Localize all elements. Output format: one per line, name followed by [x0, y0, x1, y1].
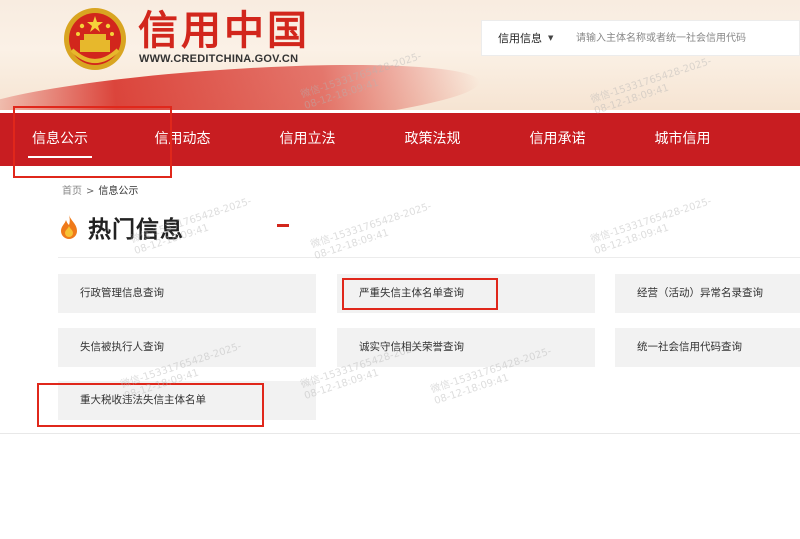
link-card-label: 重大税收违法失信主体名单 [80, 394, 206, 406]
nav-item-label: 信用立法 [279, 131, 336, 147]
breadcrumb-current: 信息公示 [98, 186, 139, 197]
divider [58, 257, 800, 258]
nav-item-credit-legislation[interactable]: 信用立法 [245, 113, 370, 166]
nav-item-info-disclosure[interactable]: 信息公示 [0, 113, 120, 166]
main-nav: 信息公示 信用动态 信用立法 政策法规 信用承诺 城市信用 [0, 113, 800, 166]
flame-icon [61, 215, 77, 239]
link-card-label: 诚实守信相关荣誉查询 [359, 341, 464, 353]
nav-item-credit-commitment[interactable]: 信用承诺 [495, 113, 620, 166]
site-title[interactable]: 信用中国 [138, 8, 310, 54]
chevron-down-icon: ▼ [548, 34, 554, 42]
link-card-serious-dishonesty-list[interactable]: 严重失信主体名单查询 [337, 274, 595, 313]
content-bottom-divider [0, 433, 800, 434]
breadcrumb: 首页 > 信息公示 [62, 182, 138, 197]
link-card-label: 统一社会信用代码查询 [637, 341, 742, 353]
link-card-label: 失信被执行人查询 [80, 341, 164, 353]
nav-item-policy-regulations[interactable]: 政策法规 [370, 113, 495, 166]
search-bar: 信用信息 ▼ [481, 20, 800, 56]
search-category-label: 信用信息 [498, 32, 542, 45]
nav-item-label: 信息公示 [32, 131, 88, 147]
section-title: 热门信息 [88, 217, 184, 243]
link-card-label: 行政管理信息查询 [80, 287, 164, 299]
national-emblem-icon [64, 8, 126, 70]
link-card-label: 严重失信主体名单查询 [359, 287, 464, 299]
watermark-text: 微信-15331765428-2025- 08-12-18:09:41 [309, 201, 433, 262]
link-card-major-tax-violation-list[interactable]: 重大税收违法失信主体名单 [58, 381, 316, 420]
watermark-text: 微信-15331765428-2025- 08-12-18:09:41 [589, 196, 713, 257]
nav-item-credit-news[interactable]: 信用动态 [120, 113, 245, 166]
search-category-select[interactable]: 信用信息 ▼ [482, 30, 574, 46]
nav-item-label: 城市信用 [654, 131, 711, 147]
breadcrumb-separator: > [86, 186, 95, 197]
nav-item-label: 信用动态 [154, 131, 211, 147]
breadcrumb-home-link[interactable]: 首页 [62, 186, 82, 197]
link-card-abnormal-operation-list[interactable]: 经营（活动）异常名录查询 [615, 274, 800, 313]
search-input[interactable] [574, 22, 799, 54]
link-card-credit-code-query[interactable]: 统一社会信用代码查询 [615, 328, 800, 367]
link-card-label: 经营（活动）异常名录查询 [637, 287, 763, 299]
nav-item-label: 信用承诺 [529, 131, 586, 147]
nav-item-label: 政策法规 [404, 131, 461, 147]
hot-info-heading: 热门信息 [58, 210, 184, 244]
link-card-honesty-honors-query[interactable]: 诚实守信相关荣誉查询 [337, 328, 595, 367]
title-accent-dash [277, 224, 289, 227]
nav-item-city-credit[interactable]: 城市信用 [620, 113, 745, 166]
active-underline [28, 156, 92, 158]
link-card-dishonest-judgment-debtor[interactable]: 失信被执行人查询 [58, 328, 316, 367]
link-card-admin-info-query[interactable]: 行政管理信息查询 [58, 274, 316, 313]
site-url: WWW.CREDITCHINA.GOV.CN [139, 53, 299, 65]
site-header: 信用中国 WWW.CREDITCHINA.GOV.CN 信用信息 ▼ [0, 0, 800, 110]
